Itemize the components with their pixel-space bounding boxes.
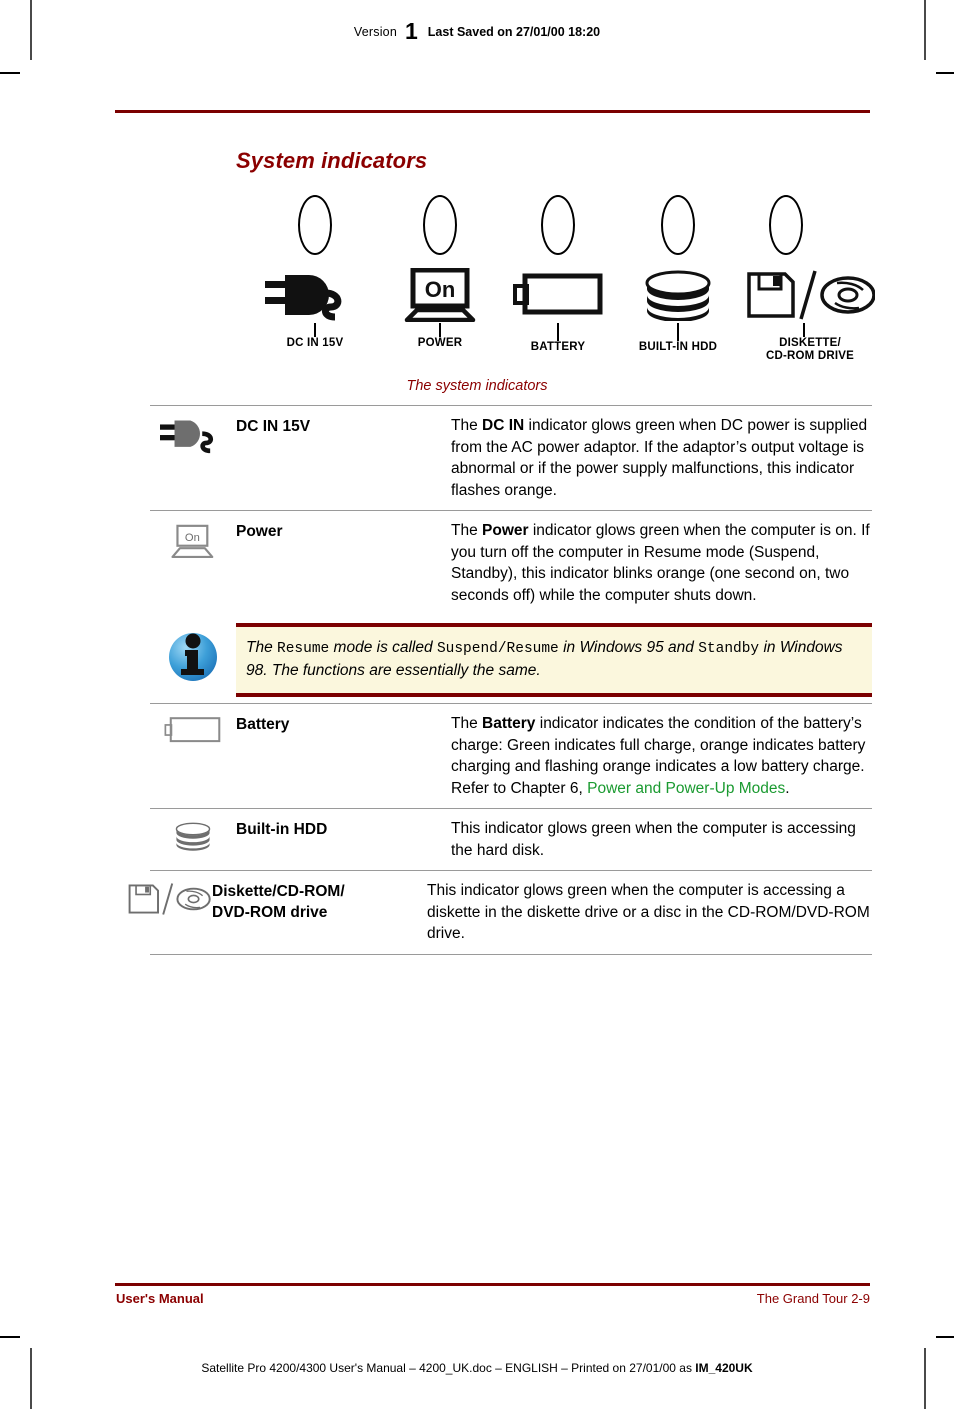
note-m3: Standby xyxy=(698,641,760,657)
power-plug-icon xyxy=(255,267,375,323)
figure-item-dc-in: DC IN 15V xyxy=(255,195,375,350)
indicator-term-line1: Diskette/CD-ROM/ xyxy=(212,883,345,900)
desc-bold: Power xyxy=(482,522,529,539)
crop-mark-bottom-left-vertical xyxy=(30,1348,32,1409)
figure-leader-line xyxy=(803,323,805,337)
table-row: Built-in HDD This indicator glows green … xyxy=(150,808,872,870)
indicator-term: Battery xyxy=(236,716,290,733)
note-m2: Suspend/Resume xyxy=(436,641,559,657)
table-row: DC IN 15V The DC IN indicator glows gree… xyxy=(150,405,872,510)
led-indicator-icon xyxy=(298,195,332,255)
header-divider-rule xyxy=(115,110,870,113)
indicator-term: Built-in HDD xyxy=(236,821,328,838)
indicator-description: This indicator glows green when the comp… xyxy=(427,880,872,945)
footer-right-text: The Grand Tour 2-9 xyxy=(756,1291,870,1306)
note-m1: Resume xyxy=(277,641,330,657)
diskette-cd-icon xyxy=(126,880,212,945)
figure-caption: The system indicators xyxy=(406,378,548,394)
led-indicator-icon xyxy=(541,195,575,255)
desc-pre: This indicator glows green when the comp… xyxy=(427,882,870,942)
laptop-on-icon: On xyxy=(380,267,500,323)
footer-left-text: User's Manual xyxy=(116,1291,204,1306)
power-plug-icon xyxy=(150,415,236,501)
figure-leader-line xyxy=(314,323,316,337)
print-info-docid: IM_420UK xyxy=(695,1361,753,1375)
laptop-on-icon: On xyxy=(150,520,236,606)
figure-leader-line xyxy=(439,323,441,337)
crop-mark-bottom-right-vertical xyxy=(924,1348,926,1409)
battery-icon xyxy=(150,713,236,799)
svg-text:On: On xyxy=(425,277,456,302)
system-indicators-table: DC IN 15V The DC IN indicator glows gree… xyxy=(128,405,872,955)
figure-label: DC IN 15V xyxy=(286,337,344,349)
indicator-description: The Battery indicator indicates the cond… xyxy=(451,713,872,799)
figure-leader-line xyxy=(677,323,679,341)
indicator-term-line2: DVD-ROM drive xyxy=(212,904,328,921)
table-row: Diskette/CD-ROM/DVD-ROM drive This indic… xyxy=(128,870,872,955)
note-t3: in Windows 95 and xyxy=(558,639,699,656)
led-indicator-icon xyxy=(423,195,457,255)
crop-mark-top-left-horizontal xyxy=(0,72,20,74)
chapter-link[interactable]: Power and Power-Up Modes xyxy=(587,780,785,797)
diskette-cd-icon xyxy=(745,267,875,323)
footer-divider-rule xyxy=(115,1283,870,1286)
system-indicators-figure: DC IN 15V On POWER BATTERY BUILT-IN HDD … xyxy=(255,195,875,365)
print-info-line: Satellite Pro 4200/4300 User's Manual – … xyxy=(0,1361,954,1375)
led-indicator-icon xyxy=(661,195,695,255)
indicator-term: Power xyxy=(236,523,283,540)
led-indicator-icon xyxy=(769,195,803,255)
note-callout: The Resume mode is called Suspend/Resume… xyxy=(150,623,872,697)
crop-mark-bottom-right-horizontal xyxy=(936,1336,954,1338)
desc-pre: The xyxy=(451,715,483,732)
desc-pre: The xyxy=(451,522,483,539)
figure-item-battery: BATTERY xyxy=(498,195,618,354)
desc-pre: This indicator glows green when the comp… xyxy=(451,820,856,859)
info-icon xyxy=(150,623,236,685)
desc-pre: The xyxy=(451,417,483,434)
note-t2: mode is called xyxy=(329,639,437,656)
note-text: The Resume mode is called Suspend/Resume… xyxy=(236,623,872,697)
desc-bold: DC IN xyxy=(482,417,525,434)
page-title: System indicators xyxy=(236,148,428,173)
indicator-description: This indicator glows green when the comp… xyxy=(451,818,872,861)
version-number: 1 xyxy=(404,18,418,44)
version-label: Version xyxy=(353,25,397,39)
hard-disk-icon xyxy=(150,818,236,861)
print-info-text: Satellite Pro 4200/4300 User's Manual – … xyxy=(201,1361,696,1375)
crop-mark-bottom-left-horizontal xyxy=(0,1336,20,1338)
figure-label-secondary: CD-ROM DRIVE xyxy=(765,350,854,362)
page-header: Version 1 Last Saved on 27/01/00 18:20 xyxy=(0,18,954,45)
figure-label: BUILT-IN HDD xyxy=(638,341,718,353)
figure-label: DISKETTE/ xyxy=(779,337,841,349)
table-row: Battery The Battery indicator indicates … xyxy=(150,703,872,808)
indicator-term: Diskette/CD-ROM/DVD-ROM drive xyxy=(212,880,427,945)
figure-label: POWER xyxy=(417,337,463,349)
table-row: On Power The Power indicator glows green… xyxy=(150,510,872,615)
figure-item-hdd: BUILT-IN HDD xyxy=(613,195,743,354)
figure-leader-line xyxy=(557,323,559,341)
last-saved-text: Last Saved on 27/01/00 18:20 xyxy=(427,25,601,39)
crop-mark-top-right-horizontal xyxy=(936,72,954,74)
indicator-term: DC IN 15V xyxy=(236,418,311,435)
hard-disk-icon xyxy=(613,267,743,323)
indicator-description: The Power indicator glows green when the… xyxy=(451,520,872,606)
desc-tail: . xyxy=(785,779,790,797)
figure-item-diskette-cdrom: DISKETTE/ CD-ROM DRIVE xyxy=(745,195,875,363)
desc-bold: Battery xyxy=(482,715,536,732)
indicator-description: The DC IN indicator glows green when DC … xyxy=(451,415,872,501)
battery-icon xyxy=(498,267,618,323)
figure-item-power: On POWER xyxy=(380,195,500,350)
note-t1: The xyxy=(246,639,278,656)
figure-label: BATTERY xyxy=(530,341,586,353)
svg-text:On: On xyxy=(185,532,200,544)
